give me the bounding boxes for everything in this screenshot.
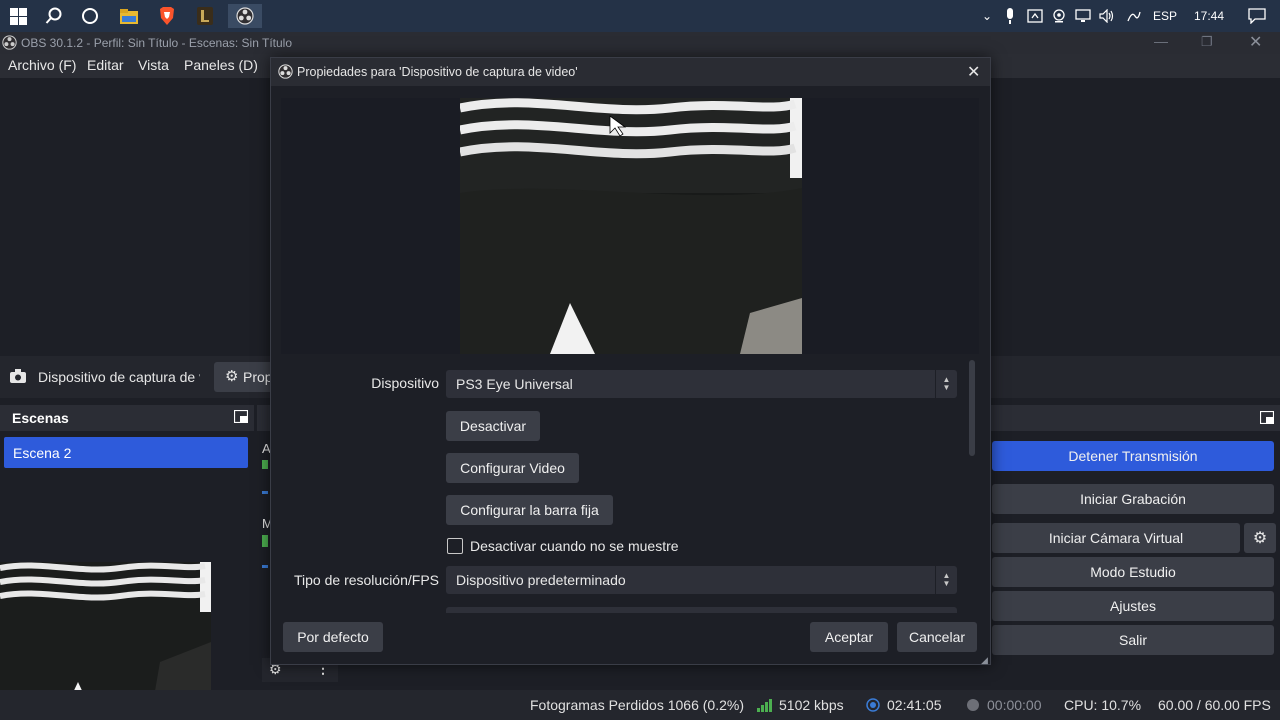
network-icon[interactable] (1071, 9, 1095, 23)
resolution-type-label: Tipo de resolución/FPS (294, 572, 439, 588)
fps-indicator: 60.00 / 60.00 FPS (1158, 697, 1271, 713)
source-toolbar-right (990, 356, 1280, 398)
brave-browser-icon[interactable] (155, 4, 179, 28)
start-virtual-camera-button[interactable]: Iniciar Cámara Virtual (992, 523, 1240, 553)
dialog-titlebar: Propiedades para 'Dispositivo de captura… (271, 58, 990, 86)
source-toolbar: Dispositivo de captura de v ⚙ Prop (0, 356, 273, 398)
properties-scrollbar-thumb[interactable] (969, 360, 975, 456)
mixer-dock-edge: A M (257, 405, 273, 690)
source-properties-button[interactable]: ⚙ Prop (214, 362, 273, 392)
ok-button[interactable]: Aceptar (810, 622, 888, 652)
controls-dock-header (990, 405, 1280, 431)
obs-taskbar-icon[interactable] (228, 4, 262, 28)
file-explorer-icon[interactable] (117, 4, 141, 28)
menu-file[interactable]: Archivo (F) (8, 57, 76, 73)
record-indicator-icon (966, 698, 980, 715)
selected-source-name: Dispositivo de captura de v (38, 369, 200, 385)
windows-start-icon[interactable] (6, 4, 30, 28)
webcam-preview-image (460, 98, 802, 354)
stream-time: 02:41:05 (887, 697, 942, 713)
dialog-preview-area (281, 98, 979, 354)
gear-icon: ⚙ (225, 368, 239, 385)
virtual-camera-settings-gear-icon[interactable]: ⚙ (1244, 523, 1276, 553)
window-title: OBS 30.1.2 - Perfil: Sin Título - Escena… (21, 36, 293, 50)
studio-mode-button[interactable]: Modo Estudio (992, 557, 1274, 587)
minimize-icon[interactable]: — (1154, 33, 1168, 49)
dialog-close-icon[interactable]: ✕ (967, 62, 980, 82)
exit-button[interactable]: Salir (992, 625, 1274, 655)
record-time: 00:00:00 (987, 697, 1042, 713)
properties-dialog: Propiedades para 'Dispositivo de captura… (270, 57, 991, 665)
configure-crossbar-button[interactable]: Configurar la barra fija (446, 495, 613, 525)
defaults-button[interactable]: Por defecto (283, 622, 383, 652)
device-select[interactable]: PS3 Eye Universal ▲ ▼ (446, 370, 957, 398)
mixer-meter-2 (262, 535, 268, 547)
windows-taskbar: ⌄ ESP 17:44 (0, 0, 1280, 32)
resize-grip-icon[interactable]: ◢ (981, 655, 988, 666)
notifications-icon[interactable] (1237, 8, 1277, 24)
dialog-title: Propiedades para 'Dispositivo de captura… (297, 65, 578, 79)
deactivate-button[interactable]: Desactivar (446, 411, 540, 441)
resolution-type-select[interactable]: Dispositivo predeterminado ▲ ▼ (446, 566, 957, 594)
clock[interactable]: 17:44 (1181, 9, 1237, 23)
controls-undock-icon[interactable] (1259, 410, 1275, 427)
cpu-usage: CPU: 10.7% (1064, 697, 1142, 713)
status-bar: Fotogramas Perdidos 1066 (0.2%) 5102 kbp… (0, 690, 1280, 720)
obs-logo-icon (2, 35, 17, 53)
resolution-type-value: Dispositivo predeterminado (456, 572, 626, 588)
resolution-select-updown-icon: ▲ ▼ (935, 566, 957, 594)
bitrate: 5102 kbps (779, 697, 844, 713)
show-hidden-icons-chevron-icon[interactable]: ⌄ (977, 9, 997, 23)
microphone-icon[interactable] (997, 8, 1023, 24)
menu-docks[interactable]: Paneles (D) (184, 57, 258, 73)
cortana-icon[interactable] (78, 4, 102, 28)
device-select-updown-icon: ▲ ▼ (935, 370, 957, 398)
stop-stream-button[interactable]: Detener Transmisión (992, 441, 1274, 471)
menu-edit[interactable]: Editar (87, 57, 124, 73)
mixer-slider-2[interactable] (262, 565, 268, 568)
tray-icons: ⌄ ESP 17:44 (977, 0, 1277, 32)
scenes-dock-title: Escenas (12, 410, 69, 426)
menu-view[interactable]: Vista (138, 57, 169, 73)
start-recording-button[interactable]: Iniciar Grabación (992, 484, 1274, 514)
next-property-partial (446, 607, 957, 613)
settings-button[interactable]: Ajustes (992, 591, 1274, 621)
volume-icon[interactable] (1095, 9, 1119, 23)
webcam-icon[interactable] (1047, 9, 1071, 23)
league-client-icon[interactable] (193, 4, 217, 28)
camera-icon (10, 369, 26, 386)
restore-icon[interactable]: ❐ (1201, 34, 1213, 50)
deactivate-when-hidden-checkbox[interactable] (447, 538, 463, 554)
cancel-button[interactable]: Cancelar (897, 622, 977, 652)
signal-strength-icon (757, 698, 773, 715)
dropped-frames: Fotogramas Perdidos 1066 (0.2%) (530, 697, 744, 713)
mixer-meter-1 (262, 460, 268, 469)
pen-input-icon[interactable] (1119, 9, 1149, 23)
screen-capture-icon[interactable] (1023, 9, 1047, 23)
dialog-obs-logo-icon (278, 64, 293, 82)
deactivate-when-hidden-label: Desactivar cuando no se muestre (470, 538, 679, 554)
device-label: Dispositivo (371, 375, 439, 391)
scene-item[interactable]: Escena 2 (4, 437, 248, 468)
scene-item-label: Escena 2 (13, 445, 72, 461)
device-select-value: PS3 Eye Universal (456, 376, 573, 392)
close-window-icon[interactable]: ✕ (1249, 32, 1262, 52)
scenes-dock-header: Escenas (0, 405, 254, 431)
obs-titlebar: OBS 30.1.2 - Perfil: Sin Título - Escena… (0, 32, 1280, 54)
search-icon[interactable] (42, 4, 66, 28)
streaming-indicator-icon (866, 698, 880, 715)
source-properties-label: Prop (243, 369, 273, 385)
configure-video-button[interactable]: Configurar Video (446, 453, 579, 483)
language-indicator[interactable]: ESP (1149, 9, 1181, 23)
undock-icon[interactable] (233, 409, 249, 426)
mixer-slider-1[interactable] (262, 491, 268, 494)
properties-scrollbar[interactable] (968, 360, 976, 616)
